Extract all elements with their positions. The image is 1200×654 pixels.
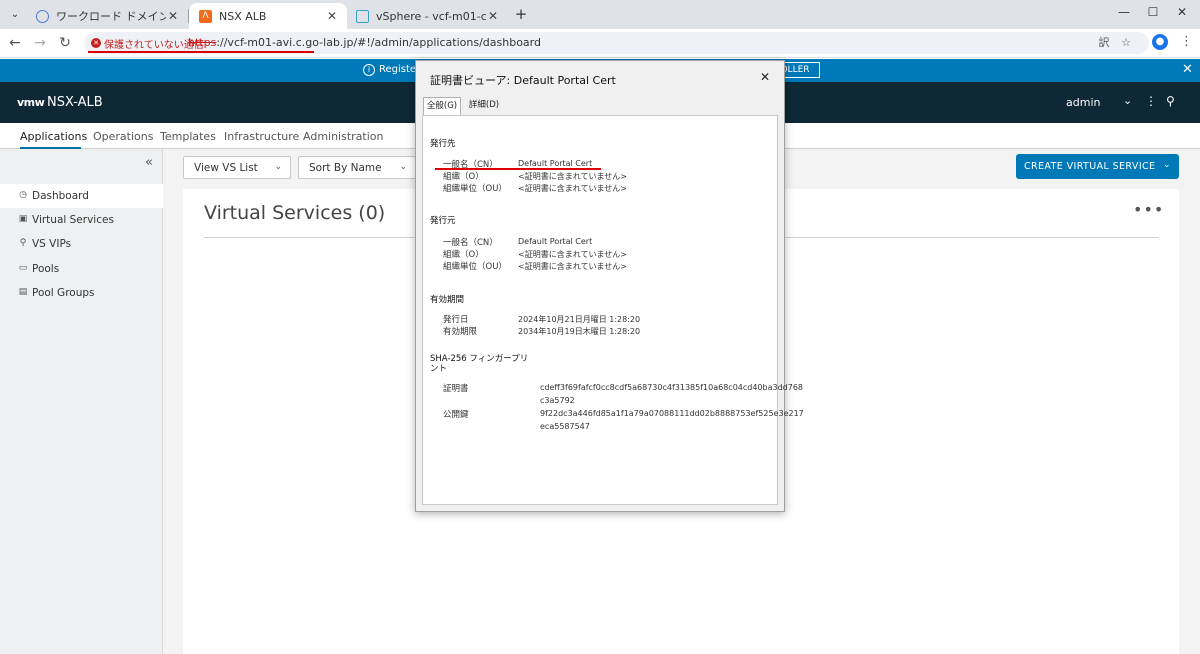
url-scheme: https [188, 36, 217, 49]
issued-by-heading: 発行元 [430, 216, 456, 226]
fingerprint-value-line: cdeff3f69fafcf0cc8cdf5a68730c4f31385f10a… [540, 383, 804, 392]
fingerprint-value-line: 9f22dc3a446fd85a1f1a79a07088111dd02b8888… [540, 409, 804, 418]
sidebar-item-pools[interactable]: ▭ Pools [0, 257, 163, 281]
field-label: 有効期限 [443, 327, 478, 337]
browser-menu-icon[interactable]: ⋮ [1180, 34, 1193, 49]
vsphere-icon [356, 9, 369, 23]
info-icon: i [363, 64, 375, 76]
certificate-general-panel: 発行先 一般名（CN） Default Portal Cert 組織（O） <証… [422, 115, 804, 505]
location-pin-icon: ⚲ [19, 238, 27, 248]
new-tab-button[interactable]: + [512, 5, 530, 23]
issued-to-heading: 発行先 [430, 139, 456, 149]
browser-tab-strip: ⌄ ワークロード ドメイン - セキュリティ ✕ Λ NSX ALB ✕ vSp… [0, 0, 1200, 29]
chevron-down-icon: ⌄ [1163, 160, 1171, 170]
field-label: 一般名（CN） [443, 238, 498, 248]
browser-tab-vsphere[interactable]: vSphere - vcf-m01-cl01 - 仮想マ ✕ [346, 3, 508, 29]
browser-toolbar: ← → ↻ ✕ 保護されていない通信 https://vcf-m01-avi.c… [0, 29, 1200, 58]
dashboard-icon: ◷ [19, 190, 27, 200]
tab-search-chevron-icon[interactable]: ⌄ [6, 5, 24, 23]
address-bar[interactable]: ✕ 保護されていない通信 https://vcf-m01-avi.c.go-la… [84, 32, 1149, 54]
minimize-icon[interactable]: — [1114, 5, 1134, 23]
virtual-services-icon: ▣ [18, 214, 28, 224]
field-value: 2024年10月21日月曜日 1:28:20 [518, 315, 641, 324]
view-vs-list-dropdown[interactable]: View VS List ⌄ [183, 156, 291, 179]
more-options-icon[interactable]: ••• [1133, 200, 1164, 219]
certificate-viewer-dialog: 証明書ビューア: Default Portal Cert ✕ 全般(G) 詳細(… [415, 60, 804, 512]
tab-details[interactable]: 詳細(D) [465, 97, 503, 115]
fingerprint-heading-cont: ント [430, 364, 448, 374]
close-icon[interactable]: ✕ [166, 9, 180, 23]
field-value: 2034年10月19日木曜日 1:28:20 [518, 327, 641, 336]
more-options-icon[interactable]: ⋮ [1145, 94, 1157, 108]
browser-tab-nsx-alb[interactable]: Λ NSX ALB ✕ [189, 3, 347, 29]
sidebar-item-virtual-services[interactable]: ▣ Virtual Services [0, 208, 163, 232]
page-title: Virtual Services (0) [204, 202, 386, 224]
translate-icon[interactable]: 訳 [1096, 35, 1112, 51]
sort-by-dropdown[interactable]: Sort By Name ⌄ [298, 156, 416, 179]
cloud-icon [36, 9, 49, 23]
collapse-sidebar-icon[interactable]: « [145, 155, 153, 170]
sidebar-item-vs-vips[interactable]: ⚲ VS VIPs [0, 232, 163, 256]
annotation-underline [88, 51, 314, 53]
field-label: 組織単位（OU） [443, 262, 507, 272]
dialog-title: 証明書ビューア: Default Portal Cert [430, 74, 616, 87]
chevron-down-icon: ⌄ [274, 162, 282, 172]
field-value: <証明書に含まれていません> [518, 172, 627, 181]
tab-general[interactable]: 全般(G) [423, 97, 461, 115]
field-value: <証明書に含まれていません> [518, 250, 627, 259]
maximize-icon[interactable]: ☐ [1143, 5, 1163, 23]
validity-heading: 有効期間 [430, 295, 465, 305]
chevron-down-icon: ⌄ [399, 162, 407, 172]
close-icon[interactable]: ✕ [760, 70, 770, 84]
url-path: ://vcf-m01-avi.c.go-lab.jp/#!/admin/appl… [216, 36, 541, 49]
banner-close-icon[interactable]: ✕ [1182, 62, 1193, 77]
create-virtual-service-button[interactable]: CREATE VIRTUAL SERVICE ⌄ [1016, 154, 1179, 179]
bookmark-star-icon[interactable]: ☆ [1118, 35, 1134, 51]
nav-operations[interactable]: Operations [93, 130, 153, 143]
field-value: Default Portal Cert [518, 159, 593, 168]
not-secure-warning-icon[interactable]: ✕ [91, 38, 101, 48]
pool-groups-icon: ▤ [18, 287, 28, 297]
fingerprint-value-line: eca5587547 [540, 422, 590, 431]
field-value: <証明書に含まれていません> [518, 184, 627, 193]
pools-icon: ▭ [18, 263, 28, 273]
sidebar-item-pool-groups[interactable]: ▤ Pool Groups [0, 281, 163, 305]
person-icon[interactable]: ⚲ [1166, 94, 1175, 108]
sidebar-item-dashboard[interactable]: ◷ Dashboard [0, 184, 163, 208]
vmware-logo: vmw [17, 96, 45, 109]
field-label: 証明書 [443, 384, 469, 394]
product-name: NSX-ALB [47, 95, 103, 110]
nav-applications[interactable]: Applications [20, 130, 87, 143]
banner-text: Register [379, 64, 421, 75]
user-menu[interactable]: admin [1066, 96, 1100, 109]
fingerprint-value-line: c3a5792 [540, 396, 575, 405]
close-icon[interactable]: ✕ [486, 9, 500, 23]
sidebar: « ◷ Dashboard ▣ Virtual Services ⚲ VS VI… [0, 149, 163, 654]
close-icon[interactable]: ✕ [325, 9, 339, 23]
url-text[interactable]: https://vcf-m01-avi.c.go-lab.jp/#!/admin… [188, 36, 541, 49]
chevron-down-icon[interactable]: ⌄ [1123, 94, 1132, 107]
field-label: 公開鍵 [443, 410, 469, 420]
nav-infrastructure[interactable]: Infrastructure [224, 130, 299, 143]
nav-templates[interactable]: Templates [160, 130, 216, 143]
field-label: 組織単位（OU） [443, 184, 507, 194]
field-label: 組織（O） [443, 250, 484, 260]
window-close-icon[interactable]: ✕ [1172, 5, 1192, 23]
forward-arrow-icon[interactable]: → [31, 34, 49, 52]
reload-icon[interactable]: ↻ [56, 34, 74, 52]
avi-icon: Λ [199, 9, 212, 23]
field-value: <証明書に含まれていません> [518, 262, 627, 271]
field-value: Default Portal Cert [518, 237, 593, 246]
back-arrow-icon[interactable]: ← [6, 34, 24, 52]
browser-tab-workload-domain[interactable]: ワークロード ドメイン - セキュリティ ✕ [26, 3, 188, 29]
field-label: 組織（O） [443, 172, 484, 182]
profile-avatar-icon[interactable]: ● [1152, 34, 1168, 50]
field-label: 発行日 [443, 315, 469, 325]
nav-administration[interactable]: Administration [303, 130, 384, 143]
